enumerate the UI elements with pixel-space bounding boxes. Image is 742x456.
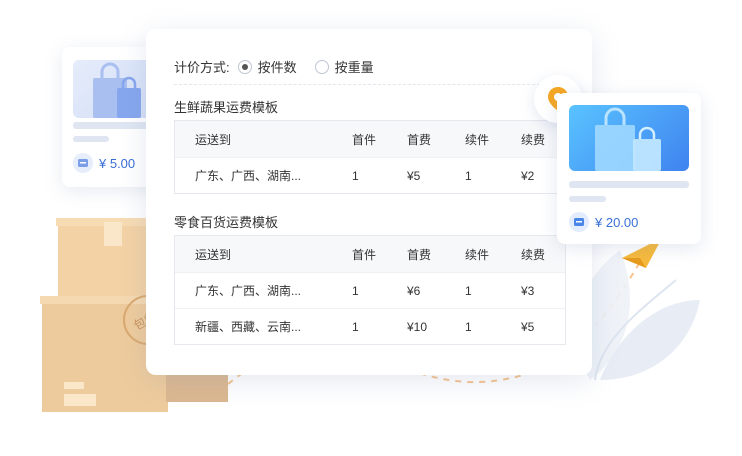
shopping-bag-icon [595, 107, 661, 171]
shipping-table: 运送到 首件 首费 续件 续费 广东、广西、湖南... 1 ¥5 1 ¥2 [174, 120, 566, 194]
table-cell: 广东、广西、湖南... [195, 284, 302, 298]
radio-label: 按件数 [257, 60, 297, 75]
pricing-method-row: 计价方式: 按件数 按重量 [174, 57, 374, 76]
shopping-bag-icon [93, 62, 141, 118]
pricing-method-label: 计价方式: [174, 60, 230, 75]
price-value: ¥ 20.00 [595, 214, 639, 230]
table-cell: 1 [465, 319, 472, 334]
table-cell: 1 [465, 283, 472, 298]
wallet-icon [569, 212, 589, 232]
radio-dot [237, 59, 252, 74]
table-cell: 1 [352, 319, 359, 334]
table-header-row: 运送到 首件 首费 续件 续费 [175, 121, 565, 157]
radio-dot [314, 59, 329, 74]
shipping-table: 运送到 首件 首费 续件 续费 广东、广西、湖南... 1 ¥6 1 ¥3 新疆… [174, 235, 566, 345]
column-header: 首费 [407, 132, 432, 147]
table-cell: 1 [352, 168, 359, 183]
table-cell: 广东、广西、湖南... [195, 169, 302, 183]
price-row: ¥ 5.00 [73, 153, 135, 173]
table-cell: ¥5 [521, 319, 535, 334]
text-placeholder-bar [569, 196, 606, 202]
column-header: 首件 [352, 132, 377, 147]
table-row[interactable]: 广东、广西、湖南... 1 ¥6 1 ¥3 [175, 272, 565, 308]
column-header: 续件 [465, 247, 490, 262]
column-header: 运送到 [195, 247, 232, 262]
column-header: 续费 [521, 247, 546, 262]
price-value: ¥ 5.00 [99, 155, 136, 171]
table-cell: 新疆、西藏、云南... [195, 320, 302, 334]
column-header: 首费 [407, 247, 432, 262]
radio-by-weight[interactable]: 按重量 [314, 57, 374, 76]
radio-label: 按重量 [334, 60, 374, 75]
table-cell: ¥2 [521, 168, 535, 183]
column-header: 运送到 [195, 132, 232, 147]
table-header-row: 运送到 首件 首费 续件 续费 [175, 236, 565, 272]
wallet-icon [73, 153, 93, 173]
leaf-decoration [575, 250, 700, 381]
divider [174, 84, 570, 85]
text-placeholder-bar [73, 136, 109, 142]
text-placeholder-bar [73, 122, 153, 129]
radio-by-piece[interactable]: 按件数 [237, 57, 297, 76]
table-cell: ¥5 [407, 168, 421, 183]
column-header: 续件 [465, 132, 490, 147]
table-cell: ¥6 [407, 283, 421, 298]
template-title: 零食百货运费模板 [174, 215, 279, 230]
product-thumbnail [569, 105, 689, 171]
text-placeholder-bar [569, 181, 689, 188]
product-thumbnail [73, 60, 153, 118]
price-row: ¥ 20.00 [569, 212, 638, 232]
shipping-template-panel: 计价方式: 按件数 按重量 生鲜蔬果运费模板 运送到 首件 首费 续件 续费 广… [146, 29, 592, 375]
column-header: 首件 [352, 247, 377, 262]
column-header: 续费 [521, 132, 546, 147]
table-cell: 1 [465, 168, 472, 183]
table-row[interactable]: 广东、广西、湖南... 1 ¥5 1 ¥2 [175, 157, 565, 193]
template-title: 生鲜蔬果运费模板 [174, 100, 279, 115]
table-row[interactable]: 新疆、西藏、云南... 1 ¥10 1 ¥5 [175, 308, 565, 344]
product-card-right: ¥ 20.00 [557, 93, 701, 244]
table-cell: ¥3 [521, 283, 535, 298]
table-cell: 1 [352, 283, 359, 298]
table-cell: ¥10 [407, 319, 428, 334]
